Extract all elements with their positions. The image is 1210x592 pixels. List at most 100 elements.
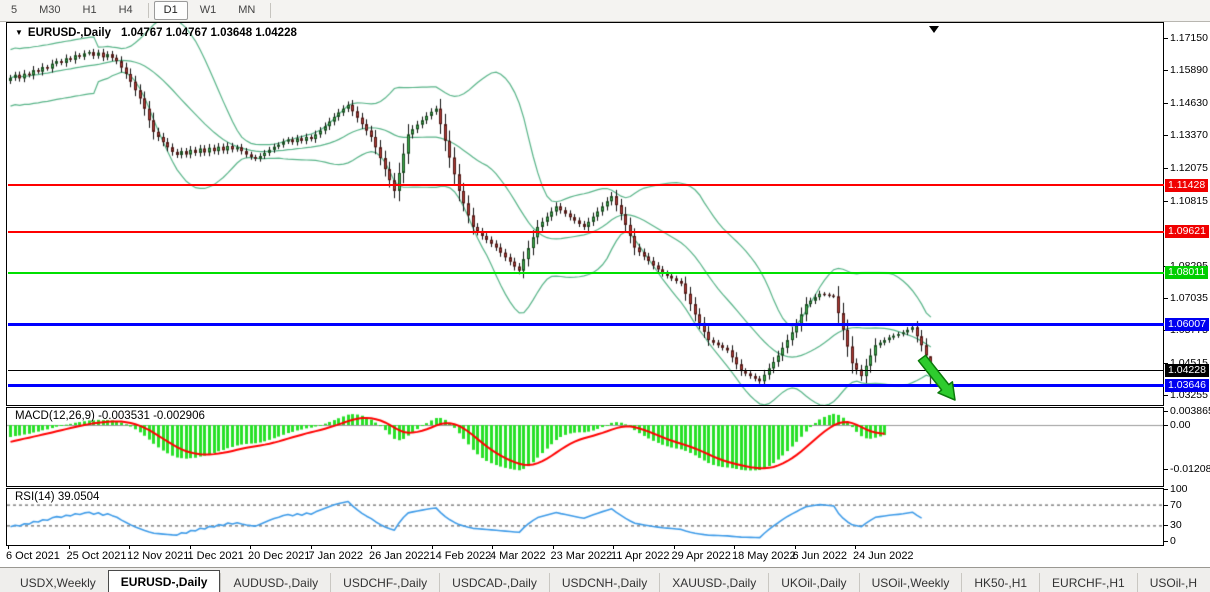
symbol-label: EURUSD-,Daily — [28, 27, 111, 39]
macd-tick-label: -0.01208 — [1170, 463, 1210, 475]
date-label: 20 Dec 2021 — [248, 550, 310, 562]
rsi-tick-label: 0 — [1170, 535, 1176, 547]
macd-tickmark — [1164, 411, 1168, 412]
price-tickmark — [1164, 103, 1168, 104]
rsi-indicator-panel[interactable]: RSI(14) 39.0504 — [6, 488, 1164, 546]
horizontal-line-resistance-1[interactable] — [8, 184, 1164, 186]
rsi-label: RSI(14) 39.0504 — [15, 491, 99, 503]
macd-tickmark — [1164, 469, 1168, 470]
rsi-tickmark — [1164, 489, 1168, 490]
tab-usdx-weekly[interactable]: USDX,Weekly — [8, 573, 108, 592]
date-label: 4 Mar 2022 — [490, 550, 546, 562]
date-label: 6 Jun 2022 — [793, 550, 847, 562]
date-tickmark — [129, 546, 130, 549]
date-axis[interactable]: 6 Oct 2021 25 Oct 202112 Nov 20211 Dec 20… — [6, 546, 1164, 567]
date-tickmark — [432, 546, 433, 549]
price-tickmark — [1164, 135, 1168, 136]
macd-indicator-panel[interactable]: MACD(12,26,9) -0.003531 -0.002906 — [6, 407, 1164, 487]
date-tickmark — [795, 546, 796, 549]
timeframe-button-5[interactable]: 5 — [1, 1, 27, 20]
timeframe-toolbar: 5M30H1H4 D1W1MN — [0, 0, 1210, 22]
horizontal-line-resistance-4[interactable] — [8, 323, 1164, 326]
price-tick-label: 1.07035 — [1170, 292, 1208, 304]
date-label: 6 Oct 2021 — [6, 550, 60, 562]
rsi-tick-label: 70 — [1170, 499, 1182, 511]
tab-ukoil-daily[interactable]: UKOil-,Daily — [768, 573, 858, 592]
timeframe-button-d1[interactable]: D1 — [154, 1, 188, 20]
price-tick-label: 1.17150 — [1170, 32, 1208, 44]
date-label: 18 May 2022 — [732, 550, 796, 562]
date-label: 25 Oct 2021 — [67, 550, 127, 562]
rsi-tick-label: 100 — [1170, 483, 1188, 495]
price-badge: 1.08011 — [1165, 266, 1208, 279]
timeframe-button-w1[interactable]: W1 — [190, 1, 227, 20]
date-tickmark — [190, 546, 191, 549]
horizontal-line-resistance-2[interactable] — [8, 231, 1164, 233]
tab-usdcad-daily[interactable]: USDCAD-,Daily — [439, 573, 549, 592]
rsi-canvas[interactable] — [7, 489, 1163, 545]
rsi-tickmark — [1164, 541, 1168, 542]
date-tickmark — [8, 546, 9, 549]
tab-usoil-weekly[interactable]: USOil-,Weekly — [859, 573, 962, 592]
price-tickmark — [1164, 201, 1168, 202]
date-label: 12 Nov 2021 — [127, 550, 189, 562]
price-badge: 1.04228 — [1165, 364, 1209, 377]
tab-usdchf-daily[interactable]: USDCHF-,Daily — [330, 573, 439, 592]
symbol-tabbar: USDX,WeeklyEURUSD-,DailyAUDUSD-,DailyUSD… — [0, 567, 1210, 592]
date-tickmark — [674, 546, 675, 549]
timeframe-button-h4[interactable]: H4 — [109, 1, 143, 20]
date-tickmark — [250, 546, 251, 549]
timeframe-button-mn[interactable]: MN — [228, 1, 265, 20]
timeframe-button-m30[interactable]: M30 — [29, 1, 70, 20]
macd-tick-label: 0.00 — [1170, 419, 1190, 431]
macd-tick-label: 0.003865 — [1170, 405, 1210, 417]
macd-tickmark — [1164, 425, 1168, 426]
date-label: 7 Jan 2022 — [309, 550, 363, 562]
date-tickmark — [734, 546, 735, 549]
price-tick-label: 1.15890 — [1170, 64, 1208, 76]
horizontal-line-support-1[interactable] — [8, 384, 1164, 387]
tab-xauusd-daily[interactable]: XAUUSD-,Daily — [659, 573, 768, 592]
horizontal-line-resistance-3[interactable] — [8, 272, 1164, 274]
tab-hk50-h1[interactable]: HK50-,H1 — [961, 573, 1039, 592]
date-tickmark — [855, 546, 856, 549]
trend-arrow[interactable] — [902, 348, 972, 408]
toolbar-separator — [148, 3, 149, 18]
price-axis[interactable]: 1.171501.158901.146301.133701.120751.108… — [1164, 22, 1210, 567]
chart-title: ▼ EURUSD-,Daily 1.04767 1.04767 1.03648 1.… — [15, 27, 297, 39]
chart-shift-marker[interactable] — [929, 26, 939, 33]
price-badge: 1.11428 — [1165, 179, 1208, 192]
price-tick-label: 1.13370 — [1170, 129, 1208, 141]
price-tickmark — [1164, 395, 1168, 396]
date-tickmark — [69, 546, 70, 549]
date-label: 29 Apr 2022 — [672, 550, 731, 562]
macd-label: MACD(12,26,9) -0.003531 -0.002906 — [15, 410, 205, 422]
date-tickmark — [553, 546, 554, 549]
tab-eurchf-h1[interactable]: EURCHF-,H1 — [1039, 573, 1137, 592]
ohlc-values: 1.04767 1.04767 1.03648 1.04228 — [121, 27, 297, 39]
tab-usdcnh-daily[interactable]: USDCNH-,Daily — [549, 573, 659, 592]
date-label: 1 Dec 2021 — [188, 550, 244, 562]
symbol-dropdown-icon[interactable]: ▼ — [15, 28, 23, 37]
price-tick-label: 1.12075 — [1170, 162, 1208, 174]
horizontal-line-current-price[interactable] — [8, 370, 1164, 371]
price-canvas[interactable] — [7, 23, 1163, 405]
tab-eurusd-daily[interactable]: EURUSD-,Daily — [108, 570, 221, 592]
date-tickmark — [492, 546, 493, 549]
timeframe-button-h1[interactable]: H1 — [73, 1, 107, 20]
price-chart-panel[interactable]: ▼ EURUSD-,Daily 1.04767 1.04767 1.03648 1.… — [6, 22, 1164, 406]
date-tickmark — [371, 546, 372, 549]
tab-usoil-h[interactable]: USOil-,H — [1137, 573, 1209, 592]
date-label: 26 Jan 2022 — [369, 550, 430, 562]
price-tick-label: 1.10815 — [1170, 195, 1208, 207]
rsi-tickmark — [1164, 525, 1168, 526]
price-tickmark — [1164, 168, 1168, 169]
price-tickmark — [1164, 38, 1168, 39]
date-label: 23 Mar 2022 — [551, 550, 613, 562]
price-badge: 1.06007 — [1165, 318, 1209, 331]
rsi-tickmark — [1164, 505, 1168, 506]
tab-audusd-daily[interactable]: AUDUSD-,Daily — [220, 573, 330, 592]
date-label: 24 Jun 2022 — [853, 550, 914, 562]
price-badge: 1.03646 — [1165, 379, 1209, 392]
price-tickmark — [1164, 298, 1168, 299]
